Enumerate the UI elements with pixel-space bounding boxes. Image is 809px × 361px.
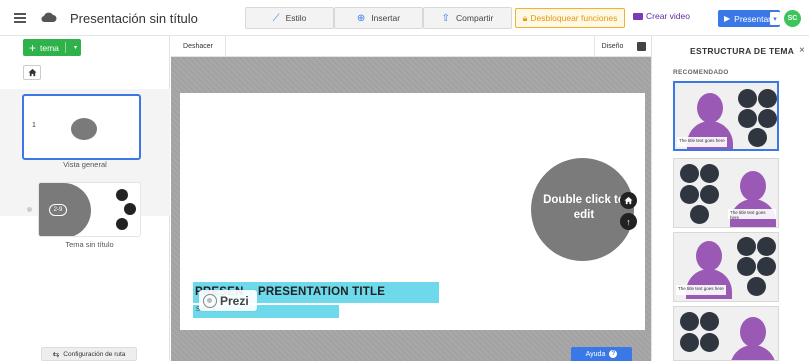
prezi-watermark: Prezi	[199, 290, 257, 311]
prezi-wordmark: Prezi	[220, 293, 249, 308]
layout-caption: The title text goes here	[677, 137, 727, 147]
prezi-editor: Presentación sin título ⟋ Estilo ⊕ Inser…	[0, 0, 809, 361]
plus-circle-icon: ⊕	[356, 12, 366, 24]
route-icon: ⇆	[52, 349, 60, 359]
close-icon[interactable]: ×	[799, 45, 805, 56]
share-button[interactable]: ⇧ Compartir	[423, 7, 512, 29]
layout-circle	[758, 109, 777, 128]
home-icon	[27, 68, 37, 77]
layout-circle	[738, 109, 757, 128]
create-video-button[interactable]: Crear video	[633, 11, 690, 21]
up-arrow-icon[interactable]: ↑	[620, 213, 637, 230]
help-label: Ayuda	[585, 350, 606, 358]
layout-circle	[700, 333, 719, 352]
slide-number: 1	[32, 122, 36, 129]
layout-circle	[758, 89, 777, 108]
style-button[interactable]: ⟋ Estilo	[245, 7, 334, 29]
chevron-down-icon[interactable]: ▾	[74, 44, 77, 51]
layout-option[interactable]	[673, 306, 779, 361]
help-icon: ?	[609, 350, 618, 358]
route-settings-button[interactable]: ⇆ Configuración de ruta	[41, 347, 137, 361]
layout-circle	[680, 333, 699, 352]
plus-icon: +	[29, 40, 37, 55]
home-button[interactable]	[23, 65, 41, 80]
share-button-label: Compartir	[456, 13, 494, 23]
wand-icon: ⟋	[272, 12, 280, 24]
layout-circle	[737, 237, 756, 256]
route-settings-label: Configuración de ruta	[63, 350, 126, 358]
home-icon[interactable]	[620, 192, 637, 209]
layout-circle	[700, 185, 719, 204]
layout-circle	[747, 277, 766, 296]
topic-subtopic-dot	[124, 203, 136, 215]
topic-circle-text[interactable]: Double click to edit	[539, 193, 629, 223]
create-video-label: Crear video	[646, 11, 690, 21]
insert-button-label: Insertar	[371, 13, 401, 23]
unlock-label: Desbloquear funciones	[530, 13, 618, 23]
undo-button[interactable]: Deshacer	[171, 36, 226, 57]
overview-label: Vista general	[63, 160, 107, 169]
topic-label: Tema sin título	[65, 240, 114, 249]
topic-thumbnail[interactable]: 2-9	[38, 182, 141, 237]
topic-range-badge: 2-9	[49, 204, 67, 216]
lock-icon: 🔒︎	[522, 12, 528, 23]
add-topic-button[interactable]: + tema ▾	[23, 39, 81, 56]
design-panel-icon[interactable]	[637, 42, 646, 51]
layout-circle	[748, 128, 767, 147]
layout-circle	[680, 185, 699, 204]
layout-circle	[738, 89, 757, 108]
add-topic-label: tema	[40, 42, 59, 53]
cloud-icon[interactable]	[41, 12, 57, 23]
layout-circle	[757, 237, 776, 256]
document-title[interactable]: Presentación sin título	[70, 11, 198, 26]
editor-toolbar	[171, 36, 651, 57]
share-icon: ⇧	[441, 12, 451, 24]
layout-option[interactable]: The title text goes here	[673, 158, 779, 228]
layout-circle	[690, 205, 709, 224]
layout-circle	[757, 257, 776, 276]
overview-thumbnail[interactable]: 1	[22, 94, 141, 160]
recommended-label: RECOMENDADO	[673, 69, 729, 76]
prezi-logo-icon	[203, 293, 217, 308]
help-button[interactable]: Ayuda ?	[571, 347, 632, 361]
layout-circle	[737, 257, 756, 276]
layout-circle	[700, 164, 719, 183]
play-icon: ▶	[724, 14, 731, 23]
panel-title: ESTRUCTURA DE TEMA	[690, 46, 795, 56]
layout-circle	[680, 312, 699, 331]
unlock-features-button[interactable]: 🔒︎ Desbloquear funciones	[515, 8, 625, 28]
layout-caption: The title text goes here	[676, 285, 726, 295]
video-icon	[633, 12, 643, 20]
topic-subtopic-dot	[116, 218, 128, 230]
person-illustration	[730, 313, 776, 360]
presentation-title[interactable]: PRESENPRESENTATION TITLE	[195, 286, 385, 298]
insert-button[interactable]: ⊕ Insertar	[334, 7, 423, 29]
layout-option[interactable]: The title text goes here	[673, 232, 779, 302]
layout-circle	[680, 164, 699, 183]
style-button-label: Estilo	[285, 13, 307, 23]
layout-circle	[700, 312, 719, 331]
present-label: Presentar	[734, 13, 772, 24]
design-button[interactable]: Diseño	[594, 36, 630, 57]
menu-icon[interactable]	[14, 13, 26, 23]
topic-subtopic-dot	[116, 189, 128, 201]
layout-option[interactable]: The title text goes here	[673, 81, 779, 151]
topic-collapse-dot[interactable]	[27, 207, 32, 212]
avatar[interactable]: SC	[784, 10, 801, 27]
overview-circle	[71, 118, 97, 140]
present-dropdown-icon[interactable]: ▾	[770, 12, 780, 25]
layout-caption: The title text goes here	[728, 209, 776, 220]
